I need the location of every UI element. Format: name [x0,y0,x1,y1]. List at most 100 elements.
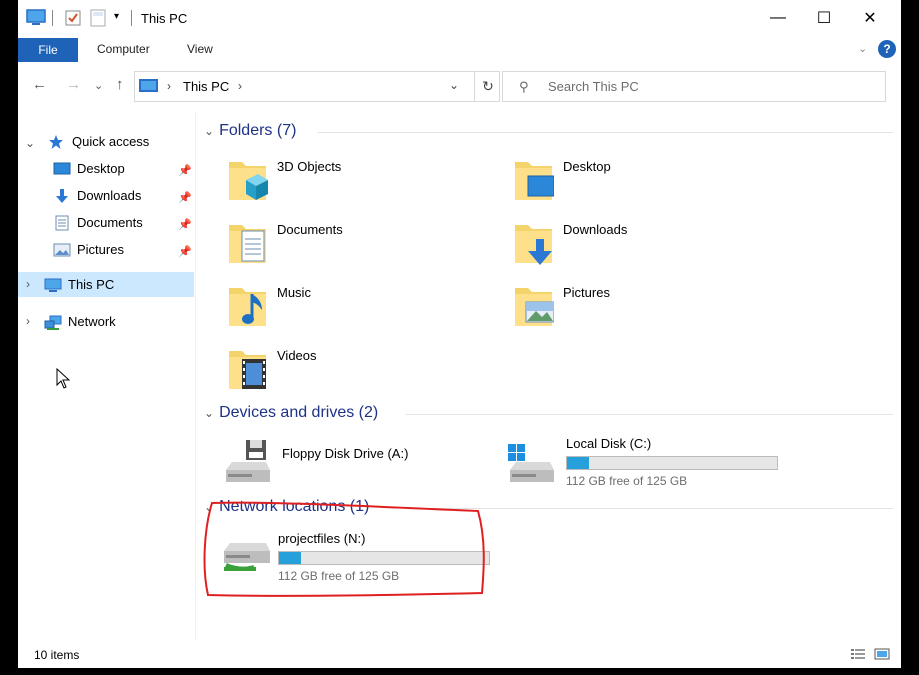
pin-icon[interactable]: 📌 [178,218,192,231]
music-folder-icon [229,288,266,326]
help-icon[interactable]: ? [878,40,896,58]
folder-videos[interactable]: Videos [228,343,508,403]
sidebar-item-label: This PC [68,277,115,292]
title-bar: ▾ This PC — ☐ ✕ [18,0,901,38]
status-bar: 10 items [18,640,901,668]
group-divider [406,414,893,415]
chevron-right-icon[interactable]: › [26,314,30,328]
chevron-down-icon: ⌄ [204,124,215,138]
floppy-drive-icon [226,440,270,482]
drive-label: Floppy Disk Drive (A:) [282,446,409,461]
this-pc-icon [44,277,62,293]
qa-separator [52,10,53,26]
refresh-button[interactable]: ↻ [474,71,501,102]
folder-desktop[interactable]: Desktop [514,154,794,214]
navigation-bar: ← → ⌄ ↑ › This PC › ⌄ ↻ ⚲ Search This PC [18,62,901,110]
downloads-icon [53,188,71,204]
sidebar-item-this-pc[interactable]: This PC [18,272,194,297]
group-header-folders[interactable]: ⌄ Folders (7) [204,122,296,140]
address-dropdown-button[interactable]: ⌄ [449,78,459,92]
documents-icon [53,215,71,231]
mouse-cursor-icon [56,368,70,389]
forward-button[interactable]: → [66,76,81,93]
large-icons-view-icon[interactable] [874,648,890,660]
drive-local-disk-c[interactable]: Local Disk (C:) 112 GB free of 125 GB [506,434,806,494]
back-button[interactable]: ← [32,76,47,93]
folder-music[interactable]: Music [228,280,508,340]
collapse-ribbon-icon[interactable]: ⌄ [858,42,867,55]
sidebar-item-documents[interactable]: Documents [53,210,193,235]
pin-icon[interactable]: 📌 [178,191,192,204]
chevron-right-icon[interactable]: › [26,277,30,291]
maximize-button[interactable]: ☐ [801,0,847,36]
this-pc-icon[interactable] [26,9,46,29]
sidebar-item-quick-access[interactable]: Quick access [48,129,196,154]
drive-floppy[interactable]: Floppy Disk Drive (A:) [222,440,522,500]
pictures-folder-icon [515,288,554,326]
sidebar-item-label: Downloads [77,188,142,203]
documents-folder-icon [229,225,266,263]
folder-3d-objects[interactable]: 3D Objects [228,154,508,214]
chevron-right-icon[interactable]: › [238,79,242,93]
videos-folder-icon [229,351,266,389]
drive-free-space: 112 GB free of 125 GB [566,474,688,488]
folder-label: Documents [277,222,343,237]
chevron-down-icon: ⌄ [204,406,215,420]
folder-documents[interactable]: Documents [228,217,508,277]
tab-computer[interactable]: Computer [97,42,150,56]
sidebar-item-downloads[interactable]: Downloads [53,183,193,208]
folder-label: Music [277,285,311,300]
title-separator [131,10,132,26]
drive-usage-bar [566,456,778,470]
folder-label: Downloads [563,222,628,237]
sidebar-item-label: Network [68,314,116,329]
folder-pictures[interactable]: Pictures [514,280,794,340]
drive-usage-fill [567,457,589,469]
search-box[interactable]: ⚲ Search This PC [502,71,886,102]
folder-downloads[interactable]: Downloads [514,217,794,277]
sidebar-item-label: Quick access [72,134,150,149]
this-pc-icon [139,79,158,92]
window-title: This PC [141,11,188,26]
folder-label: Videos [277,348,317,363]
ribbon: File Computer View ⌄ ? [18,38,901,62]
properties-icon[interactable] [64,9,82,29]
sidebar-item-pictures[interactable]: Pictures [53,237,193,262]
minimize-button[interactable]: — [755,0,801,36]
address-bar[interactable]: › This PC › ⌄ ↻ [134,71,500,102]
recent-locations-button[interactable]: ⌄ [94,79,103,92]
star-icon [48,134,66,150]
sidebar-item-network[interactable]: Network [44,309,192,334]
folder-label: 3D Objects [277,159,342,174]
item-count: 10 items [34,648,80,662]
3d-objects-folder-icon [229,162,268,200]
sidebar-item-label: Desktop [77,161,125,176]
details-view-icon[interactable] [850,648,866,660]
search-icon: ⚲ [519,79,529,94]
tab-view[interactable]: View [187,42,213,56]
sidebar-item-desktop[interactable]: Desktop [53,156,193,181]
chevron-right-icon[interactable]: › [167,79,171,93]
drive-label: Local Disk (C:) [566,436,652,451]
highlight-annotation [203,501,485,597]
up-button[interactable]: ↑ [116,76,124,93]
sidebar-item-label: Pictures [77,242,124,257]
breadcrumb-this-pc[interactable]: This PC [183,79,229,94]
desktop-icon [53,161,71,177]
chevron-down-icon[interactable]: ⌄ [25,136,35,150]
group-divider [318,132,893,133]
group-header-devices[interactable]: ⌄ Devices and drives (2) [204,404,378,422]
close-button[interactable]: ✕ [847,0,893,36]
group-title: Folders (7) [219,122,297,139]
new-folder-icon[interactable] [90,9,106,29]
pin-icon[interactable]: 📌 [178,164,192,177]
windows-drive-icon [508,444,554,482]
customize-dropdown-icon[interactable]: ▾ [114,11,119,31]
sidebar-item-label: Documents [77,215,143,230]
folder-label: Desktop [563,159,611,174]
network-icon [44,314,62,330]
search-input[interactable]: Search This PC [548,79,639,94]
group-title: Devices and drives (2) [219,404,379,421]
pin-icon[interactable]: 📌 [178,245,192,258]
tab-file[interactable]: File [18,38,78,62]
